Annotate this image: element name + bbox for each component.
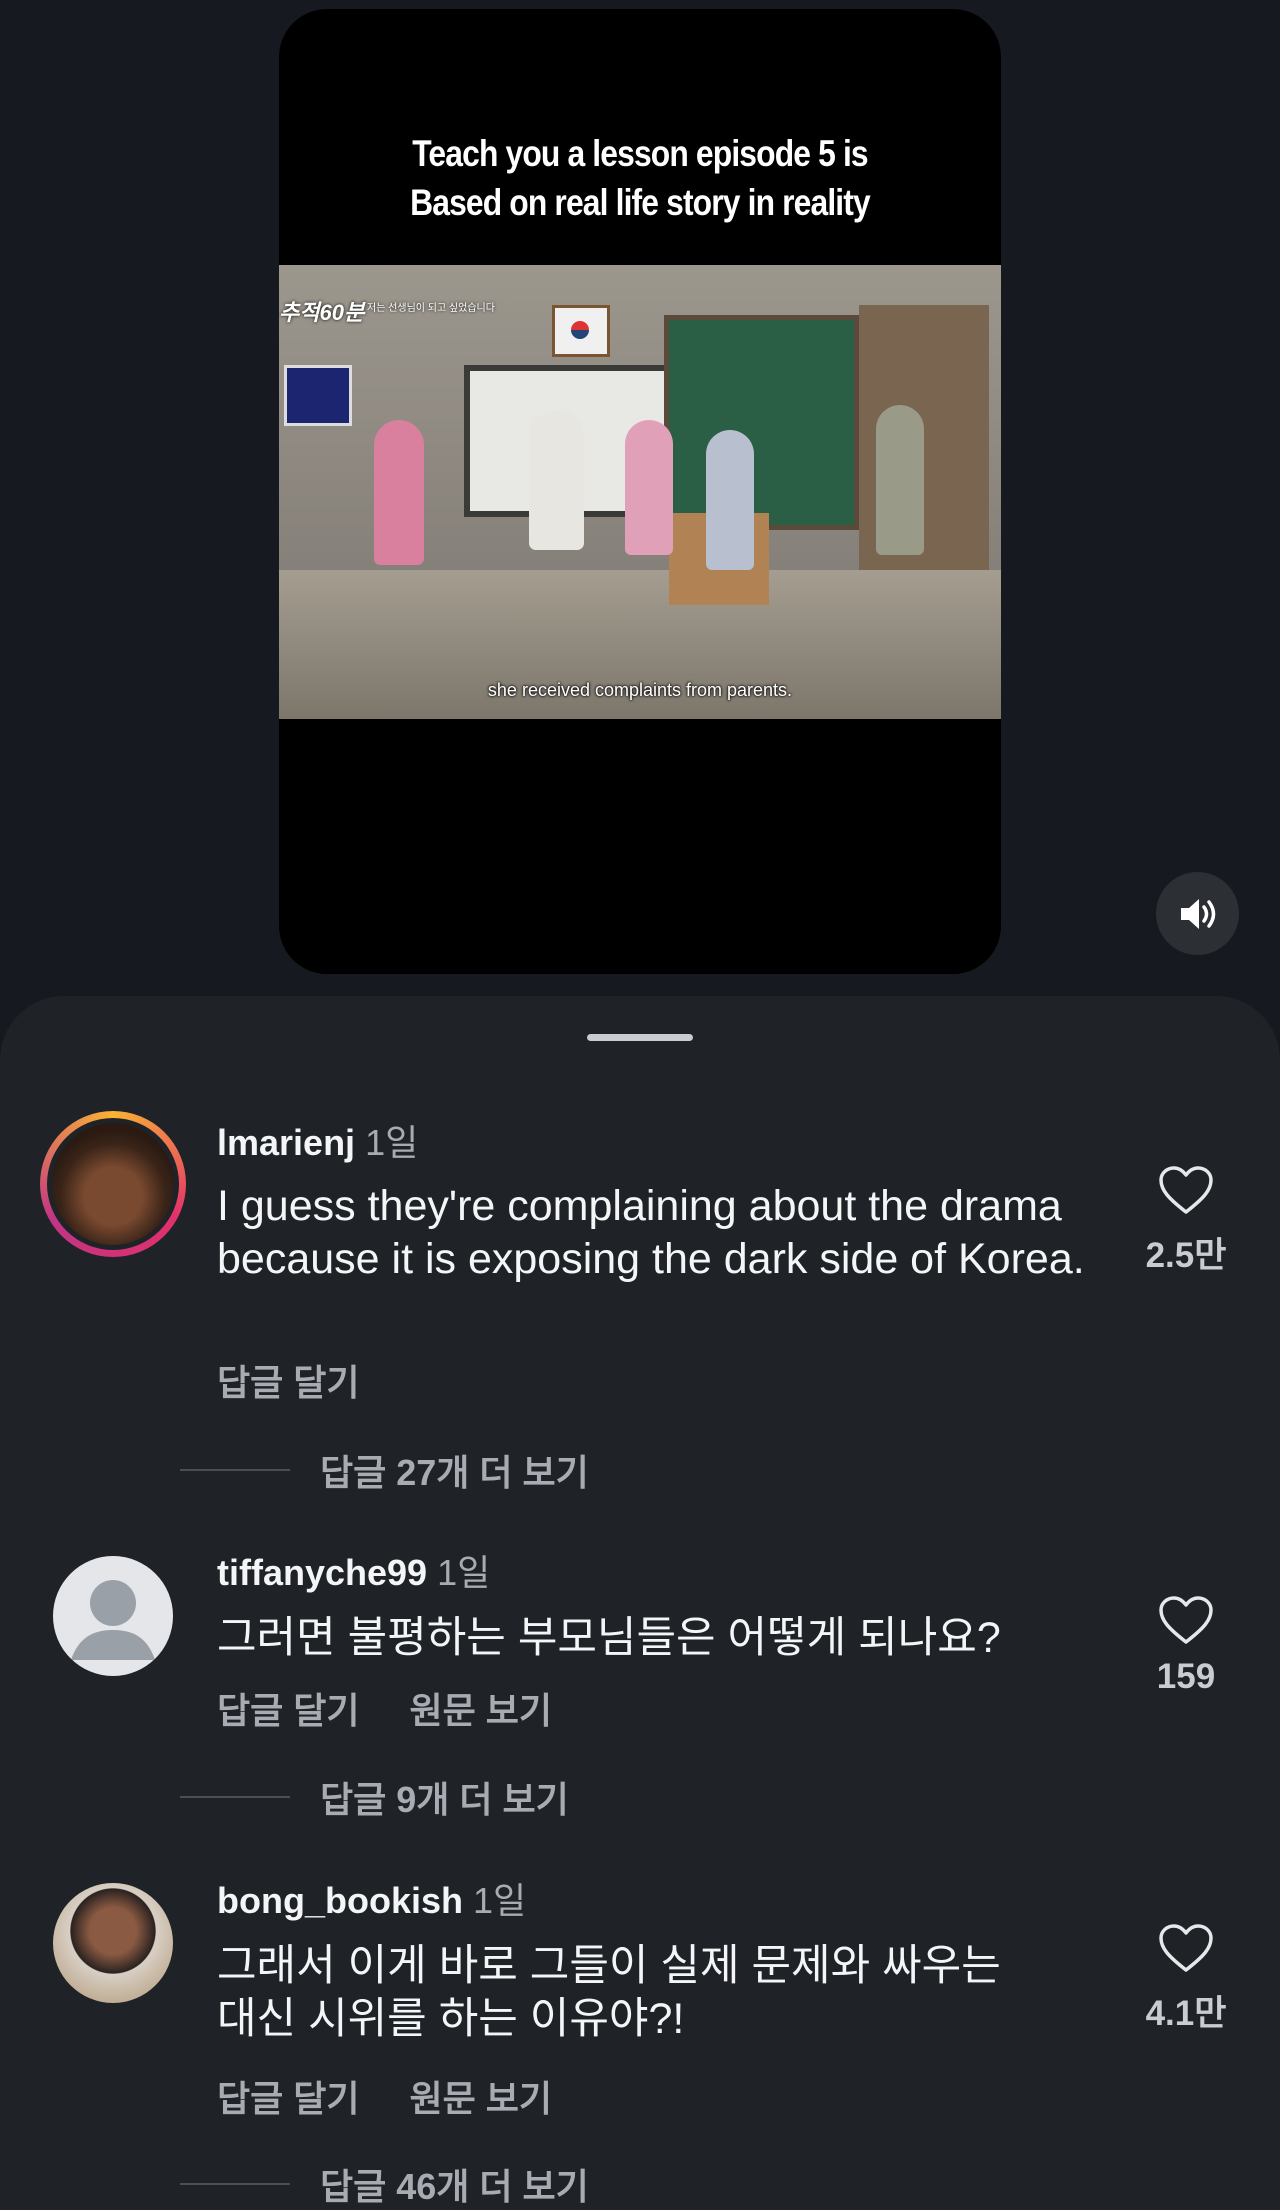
heart-icon [1159,1924,1213,1972]
flag-frame [552,305,610,357]
child-figure [374,420,424,565]
avatar-with-story-ring[interactable] [40,1111,186,1257]
see-original-button[interactable]: 원문 보기 [409,2078,551,2119]
sound-toggle-button[interactable] [1156,872,1239,955]
comment-username[interactable]: lmarienj 1일 [217,1114,418,1166]
like-button[interactable]: 159 [1121,1596,1251,1697]
comment-time: 1일 [473,1880,527,1921]
sheet-drag-handle[interactable] [587,1034,693,1041]
avatar[interactable] [53,1883,173,2003]
caption-line-1: Teach you a lesson episode 5 is [412,133,868,174]
replies-divider [180,1469,290,1471]
default-user-icon [71,1580,155,1660]
classroom-tv [284,365,352,426]
comment-username[interactable]: bong_bookish 1일 [217,1872,526,1924]
comment-text: I guess they're complaining about the dr… [217,1182,1085,1283]
comment-text: 그래서 이게 바로 그들이 실제 문제와 싸우는 대신 시위를 하는 이유야?! [217,1942,1001,2043]
child-figure [625,420,673,555]
child-figure [529,410,584,550]
comment-time: 1일 [365,1122,419,1163]
like-count: 2.5만 [1145,1236,1227,1275]
replies-divider [180,2183,290,2185]
comments-sheet: lmarienj 1일 I guess they're complaining a… [0,996,1280,2210]
like-button[interactable]: 2.5만 [1121,1166,1251,1278]
heart-icon [1159,1166,1213,1214]
comment-actions: 답글 달기 원문 보기 [217,1682,602,1734]
like-button[interactable]: 4.1만 [1121,1924,1251,2036]
video-player[interactable]: Teach you a lesson episode 5 is Based on… [279,9,1001,974]
avatar[interactable] [53,1556,173,1676]
avatar [47,1118,179,1250]
view-more-replies[interactable]: 답글 9개 더 보기 [180,1771,569,1823]
child-figure [706,430,754,570]
view-more-replies[interactable]: 답글 46개 더 보기 [180,2158,589,2210]
broadcast-logo-subtitle: 저는 선생님이 되고 싶었습니다 [367,303,495,314]
classroom-bulletin-board [664,315,859,530]
speaker-icon [1180,898,1215,929]
like-count: 159 [1156,1657,1216,1696]
child-figure [876,405,924,555]
reply-button[interactable]: 답글 달기 [217,2078,359,2119]
reply-button[interactable]: 답글 달기 [217,1690,359,1731]
broadcast-logo: 추적60분 [279,300,365,325]
comment-text: 그러면 불평하는 부모님들은 어떻게 되나요? [217,1614,1001,1662]
comment-username[interactable]: tiffanyche99 1일 [217,1544,490,1596]
view-more-replies[interactable]: 답글 27개 더 보기 [180,1444,589,1496]
heart-icon [1159,1596,1213,1644]
video-subtitle: she received complaints from parents. [487,680,793,700]
see-original-button[interactable]: 원문 보기 [409,1690,551,1731]
reply-button[interactable]: 답글 달기 [217,1362,359,1403]
like-count: 4.1만 [1145,1994,1227,2033]
caption-line-2: Based on real life story in reality [410,182,871,223]
comment-actions: 답글 달기 [217,1354,409,1406]
replies-divider [180,1796,290,1798]
video-caption: Teach you a lesson episode 5 is Based on… [330,129,951,227]
comment-actions: 답글 달기 원문 보기 [217,2070,602,2122]
comment-time: 1일 [437,1552,491,1593]
video-frame: 추적60분 저는 선생님이 되고 싶었습니다 she received comp… [279,265,1001,719]
